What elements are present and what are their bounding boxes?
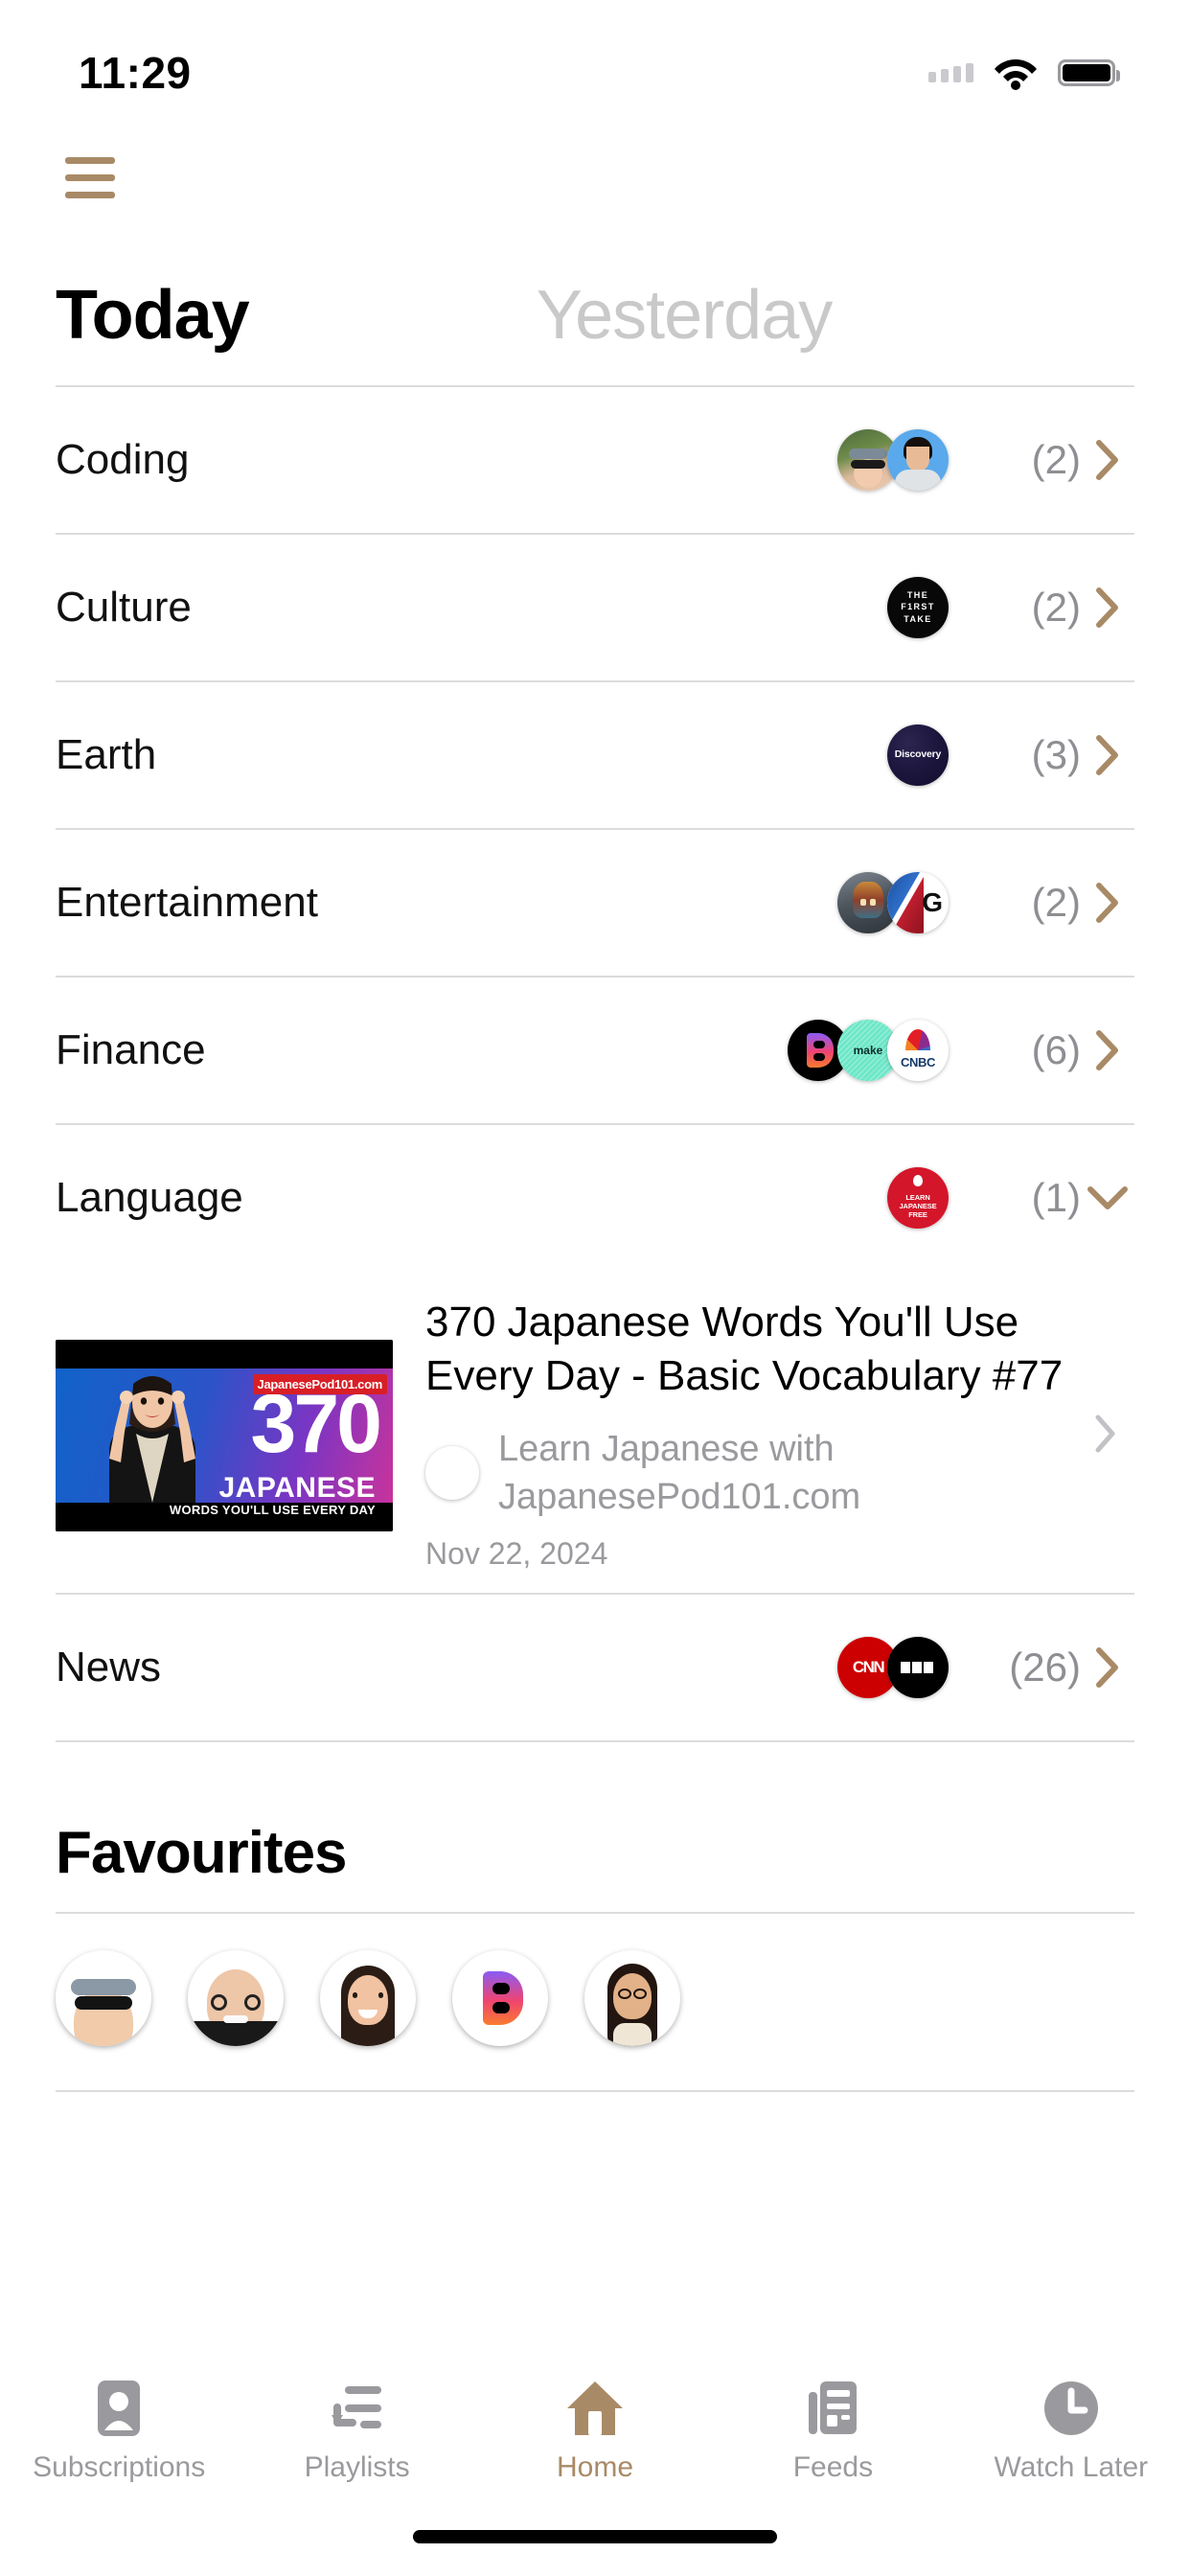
category-count: (6) <box>989 1027 1081 1073</box>
logo-the-first-take: THEF1RSTTAKE <box>887 577 949 638</box>
category-row-culture[interactable]: Culture THEF1RSTTAKE (2) <box>56 533 1134 680</box>
category-list: Coding (2) <box>0 385 1190 1742</box>
category-label: Culture <box>56 584 192 632</box>
avatar-long-hair[interactable] <box>584 1950 680 2046</box>
status-time: 11:29 <box>79 47 192 99</box>
category-label: Language <box>56 1174 243 1222</box>
day-tabs: Today Yesterday <box>0 230 1190 355</box>
category-list-bottom-rule <box>56 1740 1134 1742</box>
category-channel-logos: G <box>837 872 949 933</box>
thumbnail-watermark: JapanesePod101.com <box>253 1374 387 1394</box>
tab-label: Playlists <box>305 2451 410 2484</box>
tab-today[interactable]: Today <box>56 276 249 355</box>
video-title: 370 Japanese Words You'll Use Every Day … <box>425 1296 1069 1404</box>
tab-home[interactable]: Home <box>476 2379 714 2484</box>
category-count: (26) <box>989 1644 1081 1690</box>
category-row-earth[interactable]: Earth Discovery (3) <box>56 680 1134 828</box>
tab-label: Home <box>557 2451 633 2484</box>
category-row-entertainment[interactable]: Entertainment G (2) <box>56 828 1134 976</box>
avatar-blue-background <box>887 429 949 491</box>
playlist-icon <box>328 2379 387 2438</box>
favourites-row <box>0 1914 1190 2046</box>
favourites-bottom-rule <box>56 2090 1134 2092</box>
tab-yesterday[interactable]: Yesterday <box>537 276 833 355</box>
home-icon <box>564 2379 626 2438</box>
category-count: (2) <box>989 880 1081 926</box>
category-count: (1) <box>989 1175 1081 1221</box>
video-meta: 370 Japanese Words You'll Use Every Day … <box>393 1296 1077 1572</box>
thumbnail-word: JAPANESE <box>219 1472 377 1505</box>
top-nav-bar <box>0 125 1190 230</box>
tab-label: Watch Later <box>995 2451 1149 2484</box>
thumbnail-number: 370 <box>251 1390 380 1460</box>
category-channel-logos: LEARNJAPANESEFREE <box>887 1167 949 1229</box>
status-indicators <box>928 56 1115 90</box>
tab-playlists[interactable]: Playlists <box>238 2379 475 2484</box>
category-channel-logos: CNN <box>837 1637 949 1698</box>
app-screen: 11:29 Today Yesterday C <box>0 0 1190 2576</box>
category-label: News <box>56 1644 161 1691</box>
category-channel-logos: Discovery <box>887 724 949 786</box>
chevron-right-icon[interactable] <box>1081 586 1134 629</box>
thumbnail-tagline: WORDS YOU'LL USE EVERY DAY <box>170 1503 376 1517</box>
newspaper-icon <box>803 2379 862 2438</box>
favourites-heading: Favourites <box>56 1819 1190 1887</box>
chevron-right-icon[interactable] <box>1081 1646 1134 1689</box>
tab-watch-later[interactable]: Watch Later <box>952 2379 1190 2484</box>
contact-card-icon <box>92 2379 146 2438</box>
category-row-coding[interactable]: Coding (2) <box>56 385 1134 533</box>
category-label: Coding <box>56 436 189 484</box>
hamburger-menu-icon[interactable] <box>65 157 115 198</box>
video-channel-row: LEARNJAPANESEFREE Learn Japanese with Ja… <box>425 1425 1069 1521</box>
category-count: (2) <box>989 585 1081 631</box>
status-bar: 11:29 <box>0 0 1190 125</box>
chevron-right-icon[interactable] <box>1081 882 1134 924</box>
video-channel-name: Learn Japanese with JapanesePod101.com <box>498 1425 1069 1521</box>
logo-bbc <box>887 1637 949 1698</box>
video-thumbnail: JapanesePod101.com 370 JAPANESE WORDS YO… <box>56 1340 393 1531</box>
category-channel-logos: THEF1RSTTAKE <box>887 577 949 638</box>
category-count: (2) <box>989 437 1081 483</box>
category-channel-logos <box>837 429 949 491</box>
logo-g-channel: G <box>887 872 949 933</box>
avatar-outdoors-bandana[interactable] <box>56 1950 151 2046</box>
logo-discovery: Discovery <box>887 724 949 786</box>
category-label: Entertainment <box>56 879 318 927</box>
category-label: Earth <box>56 731 156 779</box>
category-count: (3) <box>989 732 1081 778</box>
video-list-item[interactable]: JapanesePod101.com 370 JAPANESE WORDS YO… <box>56 1271 1134 1593</box>
chevron-down-icon[interactable] <box>1081 1184 1134 1212</box>
avatar-neon-green[interactable] <box>320 1950 416 2046</box>
category-row-language[interactable]: Language LEARNJAPANESEFREE (1) <box>56 1123 1134 1271</box>
category-channel-logos: make CNBC <box>788 1020 949 1081</box>
chevron-right-icon[interactable] <box>1081 439 1134 481</box>
video-date: Nov 22, 2024 <box>425 1536 1069 1572</box>
category-label: Finance <box>56 1026 206 1074</box>
clock-icon <box>1041 2379 1101 2438</box>
tab-label: Subscriptions <box>33 2451 205 2484</box>
wifi-icon <box>993 56 1039 90</box>
tab-feeds[interactable]: Feeds <box>714 2379 951 2484</box>
logo-cnbc: CNBC <box>887 1020 949 1081</box>
logo-learn-japanese-free: LEARNJAPANESEFREE <box>887 1167 949 1229</box>
signal-dots-icon <box>928 63 973 82</box>
chevron-right-icon[interactable] <box>1081 1029 1134 1071</box>
thumbnail-person <box>80 1359 224 1503</box>
chevron-right-icon[interactable] <box>1081 734 1134 776</box>
logo-learn-japanese-free: LEARNJAPANESEFREE <box>425 1446 479 1500</box>
battery-icon <box>1058 59 1115 86</box>
home-indicator[interactable] <box>413 2530 777 2543</box>
avatar-black-b-logo[interactable] <box>452 1950 548 2046</box>
chevron-right-icon[interactable] <box>1077 1414 1134 1454</box>
category-row-finance[interactable]: Finance make CNBC <box>56 976 1134 1123</box>
avatar-bald-glasses[interactable] <box>188 1950 284 2046</box>
tab-subscriptions[interactable]: Subscriptions <box>0 2379 238 2484</box>
tab-label: Feeds <box>793 2451 873 2484</box>
category-row-news[interactable]: News CNN (26) <box>56 1593 1134 1740</box>
